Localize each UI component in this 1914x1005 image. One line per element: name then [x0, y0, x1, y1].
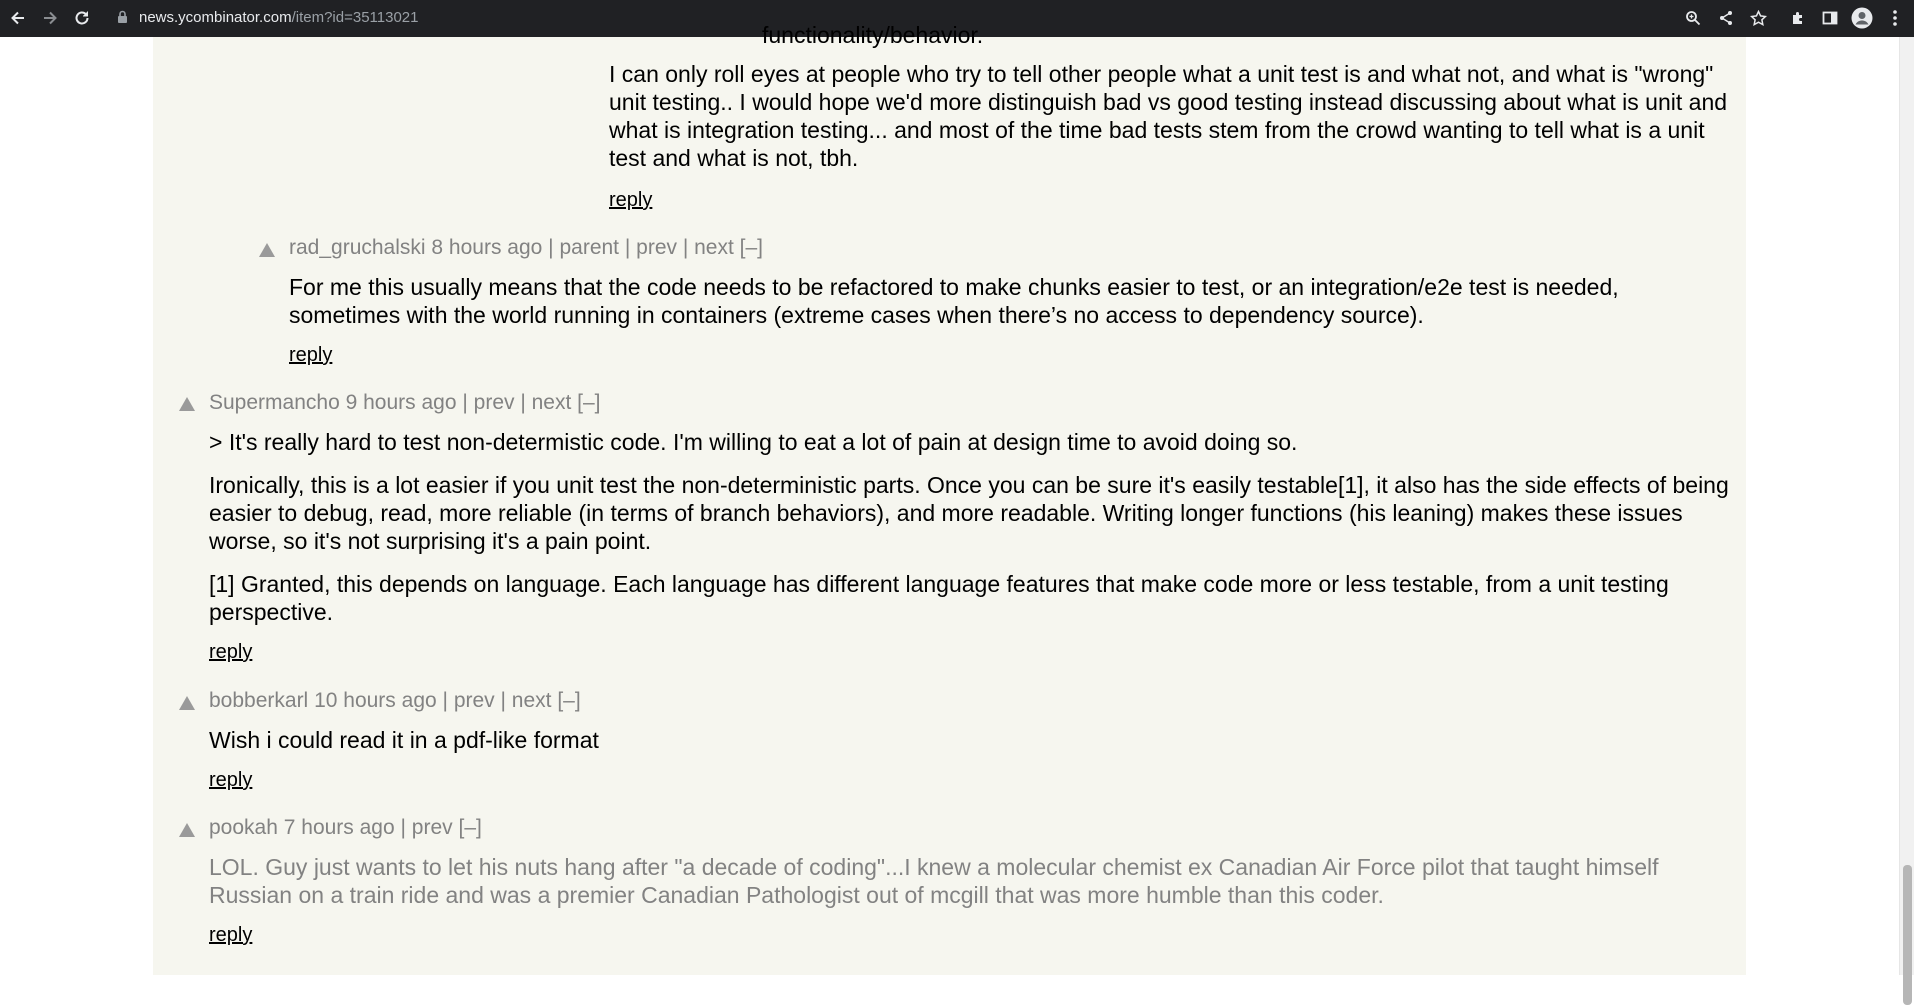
comment-text: Ironically, this is a lot easier if you …: [209, 472, 1729, 554]
reply-link[interactable]: reply: [209, 768, 252, 792]
comment-author[interactable]: rad_gruchalski: [289, 236, 426, 259]
comment-header: pookah 7 hours ago | prev [–]: [209, 816, 482, 839]
parent-link[interactable]: parent: [559, 236, 619, 259]
sidepanel-icon[interactable]: [1819, 7, 1841, 29]
url-path: /item?id=35113021: [291, 9, 419, 26]
page-body: functionality/behavior. I can only roll …: [0, 22, 1914, 975]
forward-icon[interactable]: [38, 6, 62, 30]
reply-link[interactable]: reply: [209, 923, 252, 947]
comment-text: For me this usually means that the code …: [289, 274, 1619, 328]
profile-icon[interactable]: [1851, 7, 1873, 29]
collapse-toggle[interactable]: [–]: [557, 689, 580, 712]
upvote-arrow-icon[interactable]: [179, 823, 195, 837]
comment-age[interactable]: 10 hours ago: [314, 689, 437, 712]
comment-author[interactable]: Supermancho: [209, 391, 340, 414]
reload-icon[interactable]: [70, 6, 94, 30]
scrollbar-thumb[interactable]: [1903, 865, 1912, 1005]
next-link[interactable]: next: [532, 391, 572, 414]
bookmark-star-icon[interactable]: [1747, 7, 1769, 29]
comment: pookah 7 hours ago | prev [–] LOL. Guy j…: [209, 815, 1734, 947]
comment-text: I can only roll eyes at people who try t…: [609, 61, 1728, 171]
next-link[interactable]: next: [512, 689, 552, 712]
extensions-icon[interactable]: [1787, 7, 1809, 29]
zoom-icon[interactable]: [1682, 7, 1704, 29]
prev-link[interactable]: prev: [474, 391, 515, 414]
comment-author[interactable]: pookah: [209, 816, 278, 839]
comment-header: Supermancho 9 hours ago | prev | next [–…: [209, 391, 601, 414]
comment: rad_gruchalski 8 hours ago | parent | pr…: [289, 235, 1729, 367]
upvote-arrow-icon[interactable]: [259, 243, 275, 257]
prev-link[interactable]: prev: [636, 236, 677, 259]
comment-thread: functionality/behavior. I can only roll …: [153, 22, 1746, 975]
comment-header: bobberkarl 10 hours ago | prev | next [–…: [209, 689, 581, 712]
upvote-arrow-icon[interactable]: [179, 397, 195, 411]
collapse-toggle[interactable]: [–]: [740, 236, 763, 259]
comment-text: [1] Granted, this depends on language. E…: [209, 571, 1669, 625]
address-bar[interactable]: news.ycombinator.com/item?id=35113021: [139, 8, 419, 28]
comment: Supermancho 9 hours ago | prev | next [–…: [209, 390, 1734, 664]
url-host: news.ycombinator.com: [139, 9, 292, 26]
reply-link[interactable]: reply: [609, 188, 652, 212]
reply-link[interactable]: reply: [209, 640, 252, 664]
comment: bobberkarl 10 hours ago | prev | next [–…: [209, 688, 1734, 792]
comment-header: rad_gruchalski 8 hours ago | parent | pr…: [289, 236, 764, 259]
reply-link[interactable]: reply: [289, 343, 332, 367]
prev-link[interactable]: prev: [412, 816, 453, 839]
menu-icon[interactable]: [1884, 7, 1906, 29]
comment-author[interactable]: bobberkarl: [209, 689, 308, 712]
collapse-toggle[interactable]: [–]: [459, 816, 482, 839]
next-link[interactable]: next: [694, 236, 734, 259]
share-icon[interactable]: [1715, 7, 1737, 29]
back-icon[interactable]: [6, 6, 30, 30]
collapse-toggle[interactable]: [–]: [577, 391, 600, 414]
clipped-text: functionality/behavior.: [762, 22, 984, 48]
lock-icon[interactable]: [117, 10, 128, 29]
scrollbar[interactable]: [1899, 37, 1914, 1005]
comment-age[interactable]: 8 hours ago: [431, 236, 542, 259]
comment-text-downvoted: LOL. Guy just wants to let his nuts hang…: [209, 854, 1659, 908]
prev-link[interactable]: prev: [454, 689, 495, 712]
comment: I can only roll eyes at people who try t…: [609, 60, 1729, 212]
comment-age[interactable]: 7 hours ago: [284, 816, 395, 839]
comment-text: > It's really hard to test non-determist…: [209, 429, 1298, 455]
upvote-arrow-icon[interactable]: [179, 696, 195, 710]
comment-age[interactable]: 9 hours ago: [346, 391, 457, 414]
comment-text: Wish i could read it in a pdf-like forma…: [209, 727, 599, 753]
